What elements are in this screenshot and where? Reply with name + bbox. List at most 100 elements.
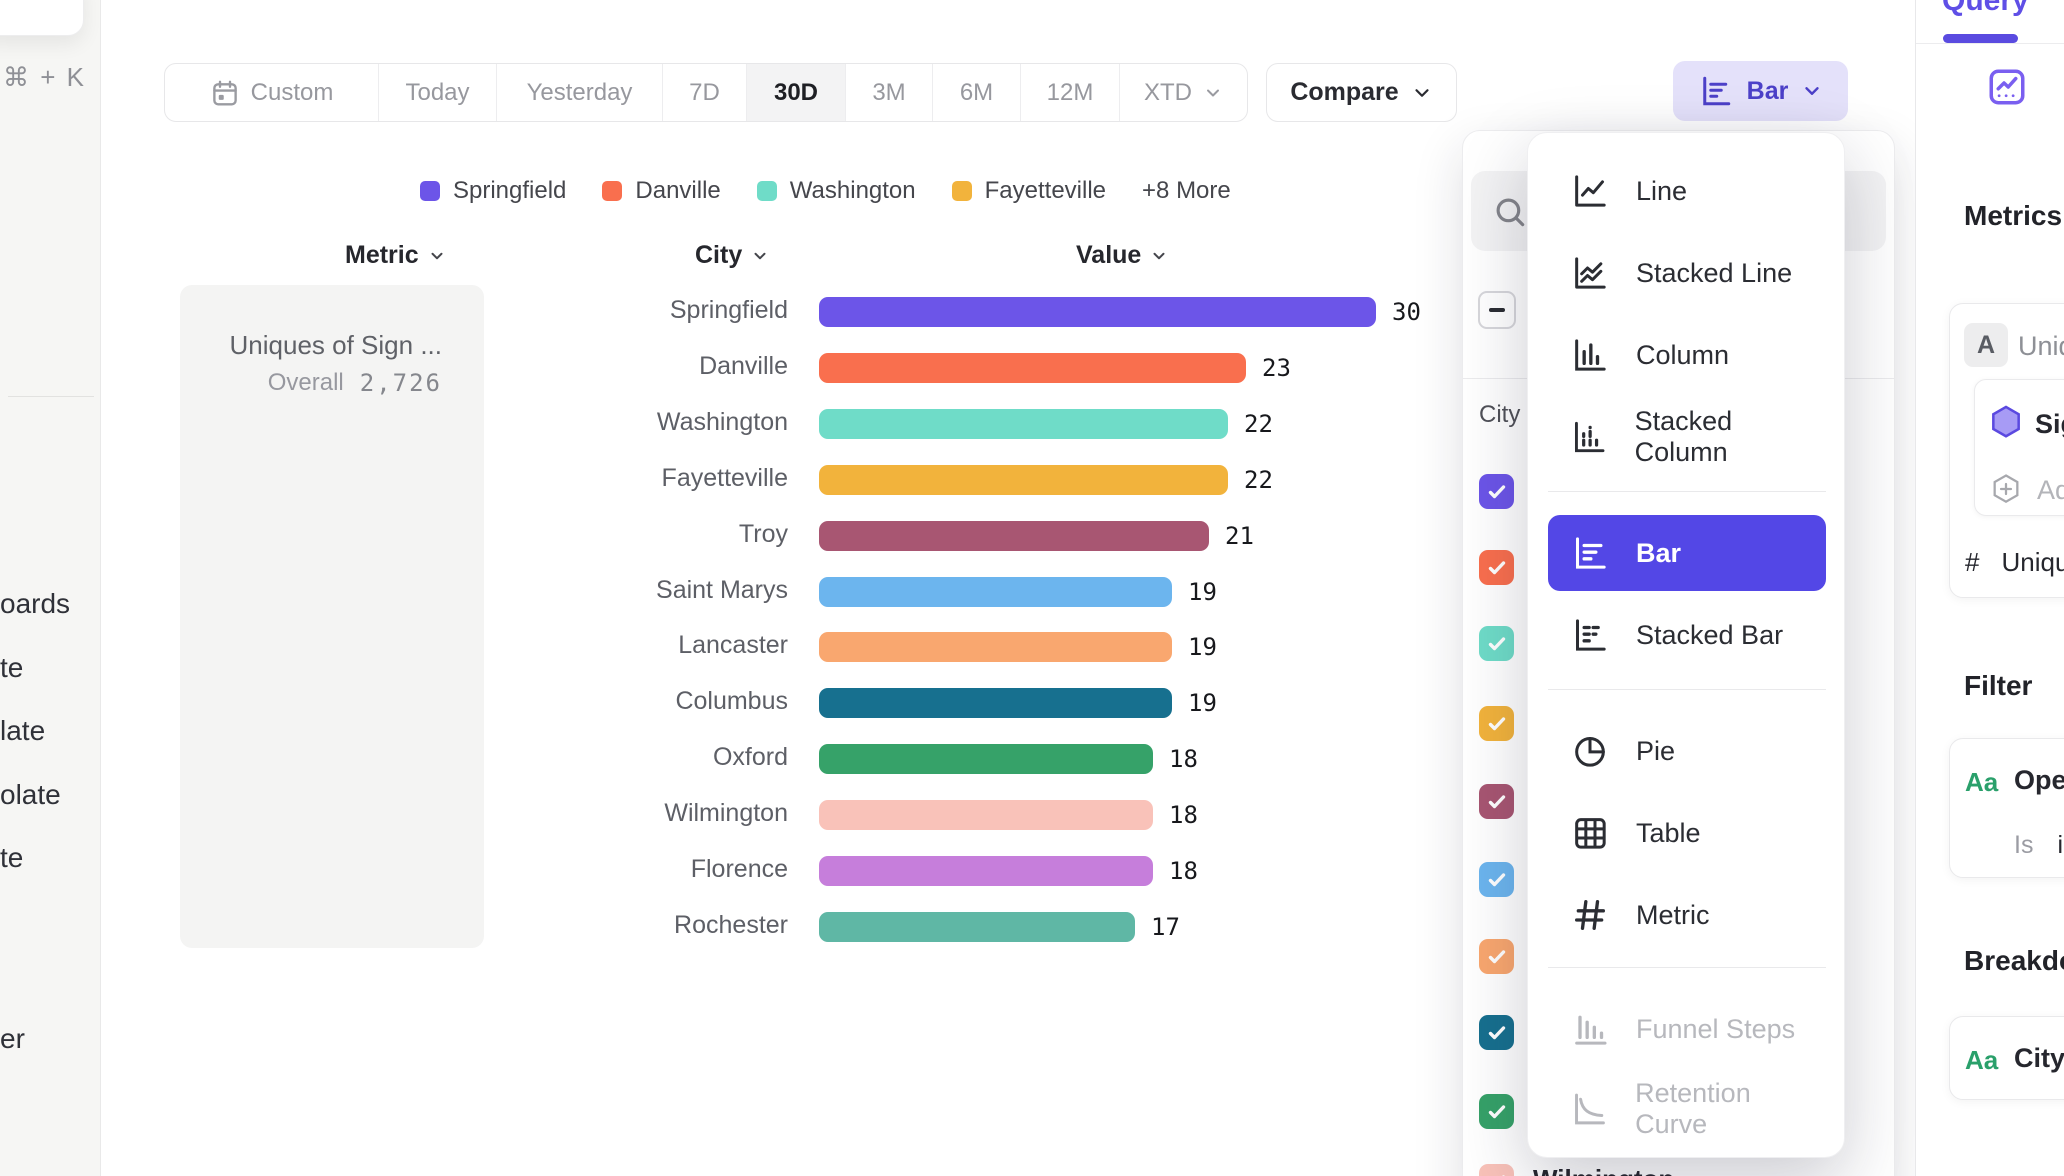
filter-card[interactable]: Aa Ope Is i bbox=[1949, 738, 2064, 878]
bar-columbus[interactable] bbox=[819, 688, 1172, 718]
sidebar-item-4[interactable]: te bbox=[0, 842, 23, 874]
column-header-metric[interactable]: Metric bbox=[345, 241, 446, 270]
stacked-line-chart-icon bbox=[1570, 253, 1610, 293]
bar-category-label: Columbus bbox=[480, 687, 788, 716]
breakdown-property-name: City bbox=[2014, 1043, 2064, 1074]
bar-value-label: 22 bbox=[1244, 466, 1273, 494]
bar-springfield[interactable] bbox=[819, 297, 1376, 327]
legend-item[interactable]: Washington bbox=[757, 177, 916, 205]
menu-item-line[interactable]: Line bbox=[1548, 153, 1826, 229]
legend-item[interactable]: Springfield bbox=[420, 177, 566, 205]
chart-type-button[interactable]: Bar bbox=[1673, 61, 1848, 121]
bar-florence[interactable] bbox=[819, 856, 1153, 886]
menu-item-funnel-steps: Funnel Steps bbox=[1548, 991, 1826, 1067]
date-range-6m[interactable]: 6M bbox=[933, 64, 1021, 121]
menu-item-bar[interactable]: Bar bbox=[1548, 515, 1826, 591]
bar-category-label: Fayetteville bbox=[480, 464, 788, 493]
search-card[interactable] bbox=[0, 0, 84, 36]
date-range-7d[interactable]: 7D bbox=[663, 64, 747, 121]
sidebar-item-3[interactable]: olate bbox=[0, 779, 61, 811]
city-checkbox-columbus[interactable] bbox=[1479, 1015, 1514, 1050]
date-range-12m[interactable]: 12M bbox=[1021, 64, 1120, 121]
city-checkbox-danville[interactable] bbox=[1479, 550, 1514, 585]
column-header-city[interactable]: City bbox=[695, 241, 769, 270]
metrics-header: Metrics bbox=[1964, 200, 2062, 232]
chart-type-menu: Line Stacked Line Column Stacked Column … bbox=[1527, 132, 1845, 1158]
filter-operator-row[interactable]: Is i bbox=[2014, 831, 2063, 860]
legend-swatch bbox=[420, 181, 440, 201]
menu-item-stacked-bar[interactable]: Stacked Bar bbox=[1548, 597, 1826, 673]
event-hexagon-icon bbox=[1987, 402, 2025, 442]
bar-chart-icon bbox=[1570, 533, 1610, 573]
bar-value-label: 21 bbox=[1225, 522, 1254, 550]
tab-query[interactable]: Query bbox=[1942, 0, 2029, 18]
menu-item-stacked-line[interactable]: Stacked Line bbox=[1548, 235, 1826, 311]
date-range-yesterday[interactable]: Yesterday bbox=[497, 64, 663, 121]
menu-item-stacked-column[interactable]: Stacked Column bbox=[1548, 399, 1826, 475]
metric-overall: Overall 2,726 bbox=[268, 369, 442, 397]
counting-method-row[interactable]: # Uniqu bbox=[1965, 547, 2064, 578]
bar-wilmington[interactable] bbox=[819, 800, 1153, 830]
bar-category-label: Washington bbox=[480, 408, 788, 437]
date-range-custom[interactable]: Custom bbox=[165, 64, 379, 121]
menu-item-column[interactable]: Column bbox=[1548, 317, 1826, 393]
city-checkbox-fayetteville[interactable] bbox=[1479, 706, 1514, 741]
bar-rochester[interactable] bbox=[819, 912, 1135, 942]
select-all-checkbox[interactable] bbox=[1478, 291, 1516, 329]
bar-category-label: Wilmington bbox=[480, 799, 788, 828]
city-checkbox-springfield[interactable] bbox=[1479, 474, 1514, 509]
sidebar-item-1[interactable]: te bbox=[0, 652, 23, 684]
date-range-3m[interactable]: 3M bbox=[846, 64, 933, 121]
bar-category-label: Danville bbox=[480, 352, 788, 381]
bar-saint-marys[interactable] bbox=[819, 577, 1172, 607]
legend-item[interactable]: Fayetteville bbox=[952, 177, 1106, 205]
line-chart-icon bbox=[1570, 171, 1610, 211]
column-header-value[interactable]: Value bbox=[1076, 241, 1168, 270]
date-range-30d[interactable]: 30D bbox=[747, 64, 846, 121]
menu-item-table[interactable]: Table bbox=[1548, 795, 1826, 871]
insights-chart-icon[interactable] bbox=[1986, 66, 2028, 108]
bar-washington[interactable] bbox=[819, 409, 1228, 439]
city-checkbox-saint-marys[interactable] bbox=[1479, 862, 1514, 897]
bar-oxford[interactable] bbox=[819, 744, 1153, 774]
date-range-xtd[interactable]: XTD bbox=[1120, 64, 1247, 121]
breakdown-card[interactable]: Aa City bbox=[1949, 1016, 2064, 1100]
legend-more[interactable]: +8 More bbox=[1142, 177, 1231, 205]
metric-icon bbox=[1570, 895, 1610, 935]
city-checkbox-troy[interactable] bbox=[1479, 784, 1514, 819]
metric-definition-card[interactable]: A Uniq Sig Ad # Uniqu bbox=[1949, 303, 2064, 598]
legend-item[interactable]: Danville bbox=[602, 177, 720, 205]
retention-curve-icon bbox=[1570, 1089, 1609, 1129]
query-sidebar: Query Metrics A Uniq Sig Ad # Uniqu Filt… bbox=[1915, 0, 2064, 1176]
check-icon bbox=[1485, 945, 1509, 969]
sidebar-divider bbox=[1916, 43, 2064, 44]
event-name[interactable]: Sig bbox=[2035, 409, 2064, 440]
bar-danville[interactable] bbox=[819, 353, 1246, 383]
city-checkbox-washington[interactable] bbox=[1479, 626, 1514, 661]
menu-item-metric[interactable]: Metric bbox=[1548, 877, 1826, 953]
metric-summary-card[interactable]: Uniques of Sign ... Overall 2,726 bbox=[180, 285, 484, 948]
sidebar-item-boards[interactable]: oards bbox=[0, 588, 70, 620]
legend-swatch bbox=[952, 181, 972, 201]
funnel-steps-icon bbox=[1570, 1009, 1610, 1049]
date-range-today[interactable]: Today bbox=[379, 64, 497, 121]
chevron-down-icon bbox=[1203, 83, 1223, 103]
compare-button[interactable]: Compare bbox=[1266, 63, 1457, 122]
chevron-down-icon bbox=[1150, 247, 1168, 265]
bar-value-label: 30 bbox=[1392, 298, 1421, 326]
add-event-icon[interactable] bbox=[1989, 470, 2023, 508]
menu-item-pie[interactable]: Pie bbox=[1548, 713, 1826, 789]
city-row-label[interactable]: Wilmington bbox=[1533, 1164, 1674, 1176]
bar-fayetteville[interactable] bbox=[819, 465, 1228, 495]
city-checkbox-oxford[interactable] bbox=[1479, 1094, 1514, 1129]
sidebar-item-2[interactable]: late bbox=[0, 715, 45, 747]
bar-lancaster[interactable] bbox=[819, 632, 1172, 662]
bar-troy[interactable] bbox=[819, 521, 1209, 551]
city-checkbox-wilmington[interactable] bbox=[1479, 1164, 1514, 1176]
city-checkbox-lancaster[interactable] bbox=[1479, 939, 1514, 974]
sidebar-item-5[interactable]: er bbox=[0, 1023, 25, 1055]
keyboard-shortcut: ⌘ + K bbox=[3, 62, 86, 93]
date-range-control: Custom Today Yesterday 7D 30D 3M 6M 12M … bbox=[164, 63, 1248, 122]
check-icon bbox=[1485, 712, 1509, 736]
add-event-label[interactable]: Ad bbox=[2037, 475, 2064, 506]
